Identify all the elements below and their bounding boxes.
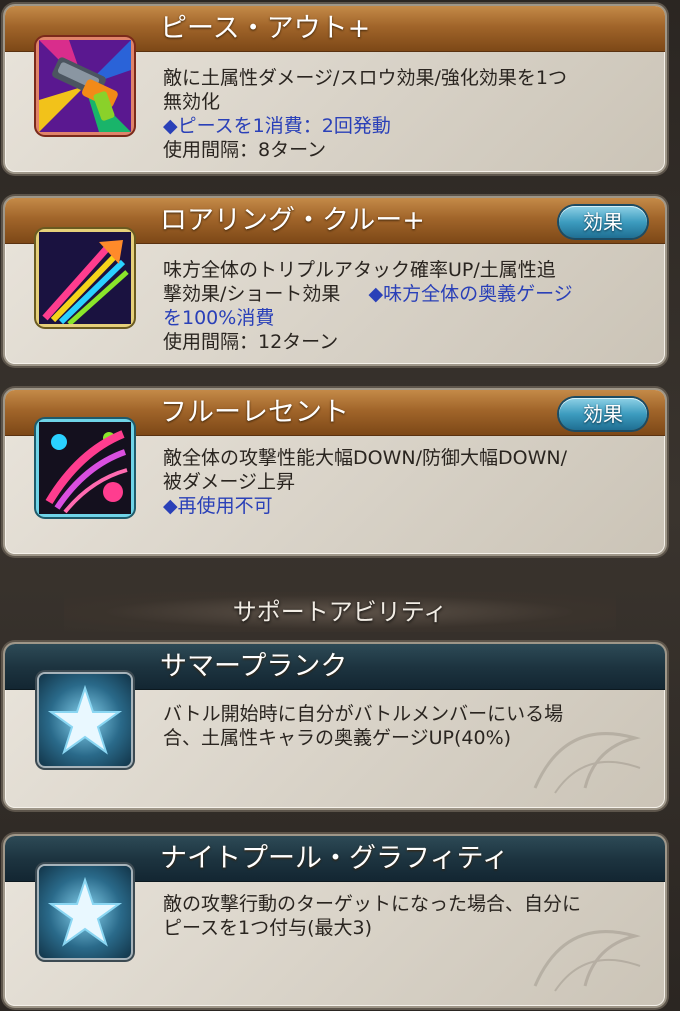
star-icon <box>39 674 131 766</box>
effect-button[interactable]: 効果 <box>559 398 647 430</box>
desc-line: 味方全体のトリプルアタック確率UP/土属性追 <box>163 259 556 281</box>
skill-note: ◆ピースを1消費：2回発動 <box>163 115 391 137</box>
water-gun-icon <box>39 40 131 132</box>
skill-description: 味方全体のトリプルアタック確率UP/土属性追 撃効果/ショート効果 ◆味方全体の… <box>163 258 645 354</box>
ornament-decoration <box>533 930 641 992</box>
support-card-summer-prank: サマープランク バトル開始時に自分がバトルメンバーにいる場 合、土属性キャラの奥… <box>5 644 665 808</box>
ornament-decoration <box>533 732 641 794</box>
desc-line: 敵全体の攻撃性能大幅DOWN/防御大幅DOWN/ <box>163 447 567 469</box>
skill-note: ◆再使用不可 <box>163 495 273 517</box>
skill-interval: 使用間隔：8ターン <box>163 139 327 161</box>
skill-card-peace-out: ピース・アウト+ 敵に土属性ダメージ/スロウ効果/強化効果を1つ 無効化 ◆ピー… <box>5 6 665 172</box>
skill-card-roaring-crew: ロアリング・クルー+ 効果 味方全体のトリプルアタック確率UP/土属性追 撃効果… <box>5 198 665 364</box>
skill-interval: 使用間隔：12ターン <box>163 331 339 353</box>
desc-line: 被ダメージ上昇 <box>163 471 296 493</box>
star-icon <box>39 866 131 958</box>
desc-line: 敵に土属性ダメージ/スロウ効果/強化効果を1つ <box>163 67 567 89</box>
skill-note: ◆味方全体の奥義ゲージ <box>368 283 573 305</box>
support-ability-heading: サポートアビリティ <box>64 592 616 632</box>
support-card-night-pool-graffiti: ナイトプール・グラフィティ 敵の攻撃行動のターゲットになった場合、自分に ピース… <box>5 836 665 1006</box>
effect-button[interactable]: 効果 <box>559 206 647 238</box>
neon-arrow-icon <box>39 232 131 326</box>
skill-description: 敵全体の攻撃性能大幅DOWN/防御大幅DOWN/ 被ダメージ上昇 ◆再使用不可 <box>163 446 645 518</box>
skill-note: を100%消費 <box>163 307 275 329</box>
neon-slash-icon <box>39 422 131 514</box>
desc-line: 無効化 <box>163 91 221 113</box>
desc-line: 撃効果/ショート効果 ◆味方全体の奥義ゲージ <box>163 282 645 306</box>
desc-text: 撃効果/ショート効果 <box>163 283 341 305</box>
skill-description: 敵に土属性ダメージ/スロウ効果/強化効果を1つ 無効化 ◆ピースを1消費：2回発… <box>163 66 645 162</box>
skill-card-fluorescent: フルーレセント 効果 敵全体の攻撃性能大幅DOWN/防御大幅DOWN/ 被ダメー… <box>5 390 665 554</box>
